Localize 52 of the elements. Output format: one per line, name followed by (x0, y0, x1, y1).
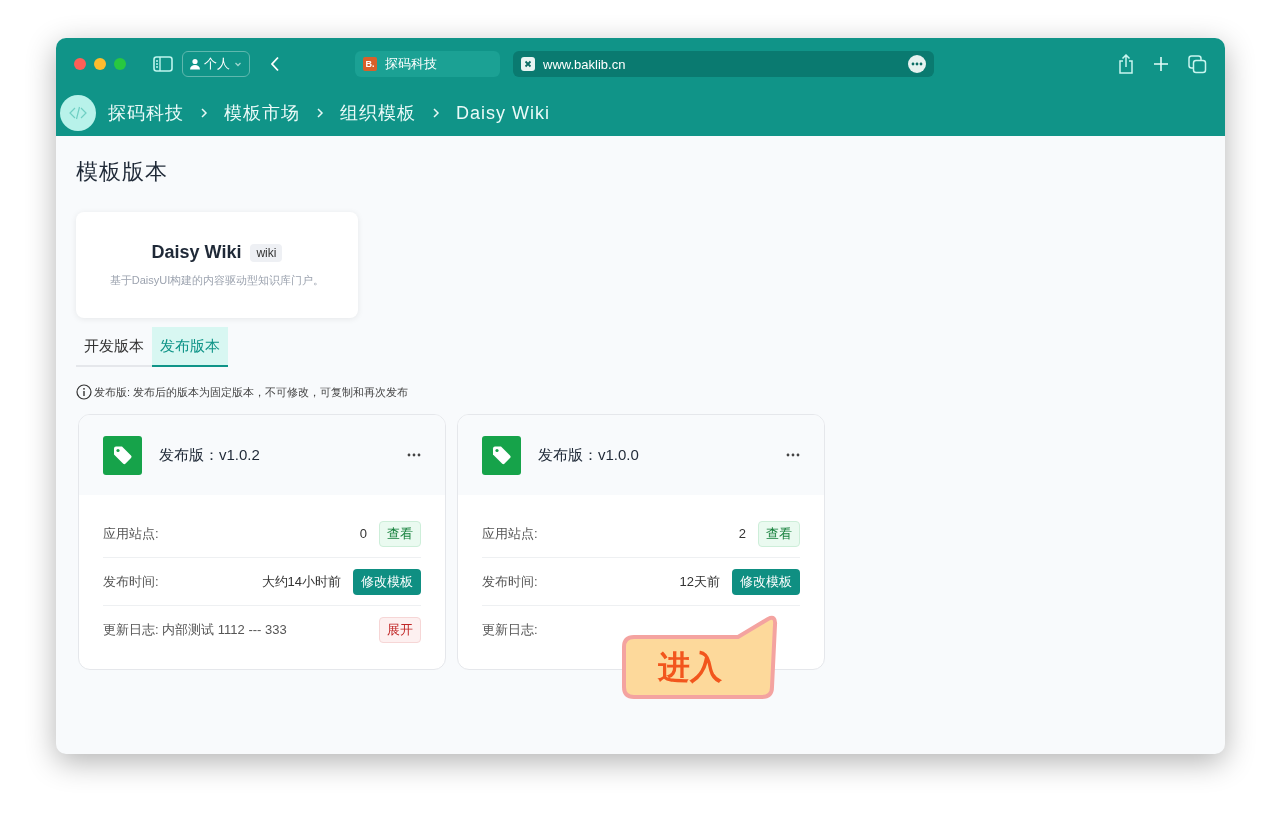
row-label: 发布时间: (103, 572, 159, 591)
row-value: 12天前 (679, 572, 720, 591)
edit-template-button[interactable]: 修改模板 (732, 568, 800, 595)
more-icon[interactable] (908, 55, 926, 73)
chevron-icon (432, 107, 440, 119)
notice-text: 发布版: 发布后的版本为固定版本，不可修改，可复制和再次发布 (94, 384, 409, 400)
sidebar-icon[interactable] (153, 56, 173, 72)
browser-tab[interactable]: B. 探码科技 (355, 51, 500, 77)
version-title: 发布版：v1.0.0 (538, 445, 639, 465)
breadcrumb-link[interactable]: 探码科技 (108, 101, 184, 125)
minimize-window-button[interactable] (94, 58, 106, 70)
row-value: 大约14小时前 (261, 572, 341, 591)
row-value: 2 (738, 526, 746, 541)
chevron-icon (316, 107, 324, 119)
callout-text: 进入 (658, 649, 722, 685)
favicon-icon: B. (363, 57, 377, 71)
info-icon (76, 384, 92, 400)
breadcrumb-link[interactable]: 模板市场 (224, 101, 300, 125)
share-icon[interactable] (1117, 54, 1135, 74)
back-icon[interactable] (270, 56, 280, 72)
page-title: 模板版本 (76, 158, 168, 186)
breadcrumb-link[interactable]: 组织模板 (340, 101, 416, 125)
maximize-window-button[interactable] (114, 58, 126, 70)
browser-tab[interactable]: www.baklib.cn (513, 51, 934, 77)
row-value: 0 (359, 526, 367, 541)
logo-icon[interactable] (60, 95, 96, 131)
plus-icon[interactable] (1153, 56, 1169, 72)
more-icon[interactable] (786, 453, 800, 457)
version-title: 发布版：v1.0.2 (159, 445, 260, 465)
row-label: 应用站点: (103, 524, 159, 543)
close-icon[interactable] (521, 57, 535, 71)
template-description: 基于DaisyUI构建的内容驱动型知识库门户。 (109, 273, 325, 288)
edit-template-button[interactable]: 修改模板 (353, 568, 421, 595)
view-button[interactable]: 查看 (758, 520, 800, 547)
expand-button[interactable]: 展开 (379, 616, 421, 643)
changelog-text: 更新日志: (482, 620, 538, 639)
more-icon[interactable] (407, 453, 421, 457)
tabs-overview-icon[interactable] (1188, 54, 1207, 74)
chevron-icon (200, 107, 208, 119)
version-tab[interactable]: 发布版本 (152, 327, 228, 367)
tag-icon (482, 435, 521, 475)
template-tag: wiki (250, 243, 283, 262)
tag-icon (103, 435, 142, 475)
profile-button[interactable]: 个人 (182, 51, 250, 77)
template-name: Daisy Wiki (151, 242, 242, 263)
breadcrumb-link[interactable]: Daisy Wiki (456, 102, 550, 124)
row-label: 发布时间: (482, 572, 538, 591)
person-icon (189, 58, 201, 70)
row-label: 应用站点: (482, 524, 538, 543)
view-button[interactable]: 查看 (379, 520, 421, 547)
changelog-text: 更新日志: 内部测试 1112 --- 333 (103, 620, 287, 639)
version-tab[interactable]: 开发版本 (76, 327, 152, 367)
